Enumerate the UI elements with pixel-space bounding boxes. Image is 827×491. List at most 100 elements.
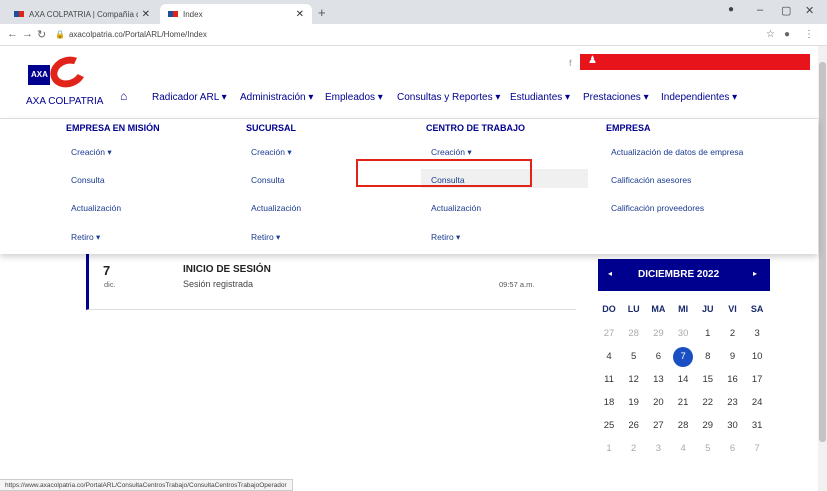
calendar-day[interactable]: 29 [698,416,718,436]
nav-independientes[interactable]: Independientes ▾ [661,92,737,103]
nav-consultas-reportes[interactable]: Consultas y Reportes ▾ [397,92,500,103]
next-month-button[interactable]: ▸ [753,269,757,278]
account-icon[interactable]: ● [784,29,790,40]
user-menu-bar[interactable]: ♟ [580,54,810,70]
calendar-day[interactable]: 28 [624,324,644,344]
colpatria-swirl-icon [45,51,91,93]
tab-title: AXA COLPATRIA | Compañía de s [29,9,138,19]
menu-item-calificacion-asesores[interactable]: Calificación asesores [611,175,691,185]
calendar-day[interactable]: 30 [723,416,743,436]
calendar-day[interactable]: 6 [648,347,668,367]
menu-item-retiro[interactable]: Retiro ▾ [251,232,280,243]
minimize-button[interactable]: – [757,4,763,16]
calendar-header: ◂ DICIEMBRE 2022 ▸ [598,259,770,291]
calendar-day[interactable]: 2 [624,439,644,459]
axa-favicon-icon [168,11,178,17]
nav-estudiantes[interactable]: Estudiantes ▾ [510,92,570,103]
menu-item-creacion[interactable]: Creación ▾ [251,147,292,158]
calendar-day[interactable]: 21 [673,393,693,413]
menu-item-calificacion-proveedores[interactable]: Calificación proveedores [611,203,704,213]
nav-administracion[interactable]: Administración ▾ [240,92,313,103]
calendar-day[interactable]: 1 [698,324,718,344]
close-window-button[interactable]: ✕ [805,4,814,17]
calendar-day[interactable]: 9 [723,347,743,367]
menu-column-header: EMPRESA EN MISIÓN [66,123,160,133]
calendar-day[interactable]: 2 [723,324,743,344]
calendar-day-today[interactable]: 7 [673,347,694,367]
menu-item-consulta[interactable]: Consulta [251,175,285,185]
brand-name: AXA COLPATRIA [26,96,104,107]
scrollbar-thumb[interactable] [819,62,826,442]
calendar-day[interactable]: 19 [624,393,644,413]
calendar-day[interactable]: 5 [698,439,718,459]
calendar-title: DICIEMBRE 2022 [638,269,720,280]
calendar-day[interactable]: 22 [698,393,718,413]
calendar-day[interactable]: 17 [747,370,767,390]
facebook-icon[interactable]: f [569,58,572,68]
calendar-day[interactable]: 20 [648,393,668,413]
calendar-day[interactable]: 4 [599,347,619,367]
calendar-day[interactable]: 12 [624,370,644,390]
calendar-day[interactable]: 28 [673,416,693,436]
calendar-day[interactable]: 5 [624,347,644,367]
menu-item-creacion[interactable]: Creación ▾ [71,147,112,158]
nav-prestaciones[interactable]: Prestaciones ▾ [583,92,649,103]
tab-index[interactable]: Index ✕ [160,4,312,24]
calendar-day[interactable]: 15 [698,370,718,390]
address-bar[interactable]: 🔒 axacolpatria.co/PortalARL/Home/Index [55,27,755,42]
calendar-day[interactable]: 27 [599,324,619,344]
calendar-day[interactable]: 27 [648,416,668,436]
calendar-day[interactable]: 26 [624,416,644,436]
administracion-dropdown-menu: EMPRESA EN MISIÓN Creación ▾ Consulta Ac… [0,118,818,254]
maximize-button[interactable]: ▢ [781,4,791,17]
calendar-day[interactable]: 30 [673,324,693,344]
nav-radicador-arl[interactable]: Radicador ARL ▾ [152,92,227,103]
calendar-day[interactable]: 24 [747,393,767,413]
menu-kebab-icon[interactable]: ⋮ [804,29,814,40]
prev-month-button[interactable]: ◂ [608,269,612,278]
menu-item-actualizacion[interactable]: Actualización [431,203,481,213]
bookmark-star-icon[interactable]: ☆ [766,29,775,40]
axa-colpatria-logo[interactable]: AXA AXA COLPATRIA [26,51,103,117]
menu-item-consulta[interactable]: Consulta [71,175,105,185]
menu-column-header: SUCURSAL [246,123,297,133]
calendar-day[interactable]: 6 [723,439,743,459]
calendar-day[interactable]: 31 [747,416,767,436]
new-tab-button[interactable]: + [318,5,326,20]
home-icon[interactable]: ⌂ [120,89,127,103]
menu-item-retiro[interactable]: Retiro ▾ [431,232,460,243]
event-month: dic. [104,280,116,289]
nav-empleados[interactable]: Empleados ▾ [325,92,383,103]
calendar-day[interactable]: 13 [648,370,668,390]
reload-icon[interactable]: ↻ [37,28,46,41]
calendar-day[interactable]: 3 [648,439,668,459]
weekday-label: DO [602,304,616,314]
menu-item-actualizacion[interactable]: Actualización [71,203,121,213]
menu-item-actualizacion-datos-empresa[interactable]: Actualización de datos de empresa [611,147,743,157]
calendar-day[interactable]: 16 [723,370,743,390]
menu-item-actualizacion[interactable]: Actualización [251,203,301,213]
forward-arrow-icon[interactable]: → [22,28,33,40]
calendar-day[interactable]: 29 [648,324,668,344]
calendar-day[interactable]: 8 [698,347,718,367]
calendar-day[interactable]: 14 [673,370,693,390]
close-tab-icon[interactable]: ✕ [296,9,304,20]
calendar-day[interactable]: 11 [599,370,619,390]
calendar-day[interactable]: 7 [747,439,767,459]
weekday-label: SA [750,304,764,314]
calendar-day[interactable]: 4 [673,439,693,459]
close-tab-icon[interactable]: ✕ [142,9,150,20]
calendar-day[interactable]: 3 [747,324,767,344]
calendar-day[interactable]: 23 [723,393,743,413]
menu-item-retiro[interactable]: Retiro ▾ [71,232,100,243]
profile-icon[interactable]: ● [728,4,734,15]
lock-icon: 🔒 [55,30,65,39]
logo-text: AXA [31,70,48,79]
calendar-day[interactable]: 25 [599,416,619,436]
calendar-day[interactable]: 1 [599,439,619,459]
calendar-day[interactable]: 18 [599,393,619,413]
tab-axa-colpatria[interactable]: AXA COLPATRIA | Compañía de s ✕ [6,4,158,24]
calendar-day[interactable]: 10 [747,347,767,367]
back-arrow-icon[interactable]: ← [7,28,18,40]
menu-item-creacion[interactable]: Creación ▾ [431,147,472,158]
